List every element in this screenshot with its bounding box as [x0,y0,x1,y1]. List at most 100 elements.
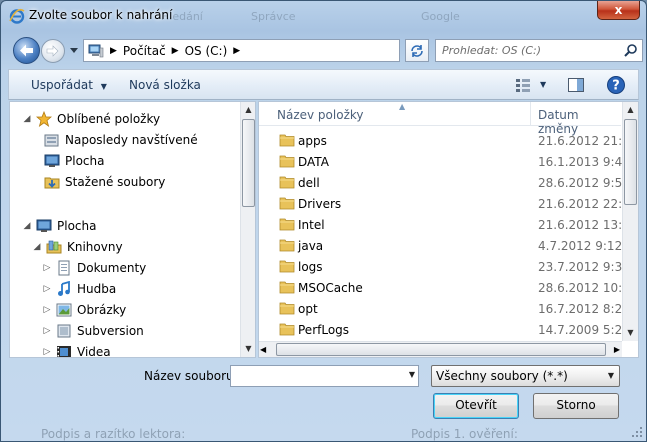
file-row[interactable]: opt 16.7.2012 8:21 [259,298,630,319]
help-icon[interactable]: ? [606,75,626,95]
tree-label: Subversion [77,324,144,338]
scroll-down-icon[interactable]: ▼ [623,325,638,341]
cancel-button[interactable]: Storno [533,393,619,419]
downloads-folder-icon [44,177,60,189]
file-name: MSOCache [298,281,363,295]
star-icon [36,111,52,127]
breadcrumb-drive[interactable]: OS (C:) [185,44,228,58]
search-input[interactable]: Prohledat: OS (C:) [435,39,643,62]
file-row[interactable]: logs 23.7.2012 9:30 [259,256,630,277]
tree-item-desktop[interactable]: ◢ Plocha [22,217,97,235]
breadcrumb-separator[interactable]: ▶ [110,46,117,56]
folder-icon [279,260,295,273]
organize-button[interactable]: Uspořádat ▼ [31,78,107,92]
file-row[interactable]: DATA 16.1.2013 9:41 [259,151,630,172]
tree-label: Naposledy navštívené [65,133,198,147]
tree-label: Obrázky [77,303,127,317]
file-row[interactable]: PerfLogs 14.7.2009 5:20 [259,319,630,340]
tree-item-downloads[interactable]: Stažené soubory [44,173,165,191]
expand-arrow-icon[interactable]: ▷ [42,347,52,357]
tree-item-pictures[interactable]: ▷ Obrázky [42,301,127,319]
scroll-down-icon[interactable]: ▼ [241,341,255,357]
expand-arrow-icon[interactable]: ▷ [42,305,52,315]
scroll-left-icon[interactable]: ◀ [260,342,266,357]
tree-item-subversion[interactable]: ▷ Subversion [42,322,144,340]
background-tab: Správce [251,10,296,23]
forward-button[interactable] [41,39,65,63]
tree-item-libraries[interactable]: ◢ Knihovny [32,238,123,256]
chevron-down-icon[interactable]: ▼ [409,370,415,379]
open-button[interactable]: Otevřít [433,393,519,419]
scrollbar-thumb[interactable] [242,119,255,207]
file-row[interactable]: Drivers 21.6.2012 22:36 [259,193,637,214]
file-list-pane: ▲ Název položky Datum změny apps 21.6.201… [258,101,639,358]
back-button[interactable] [13,37,40,64]
tree-item-music[interactable]: ▷ Hudba [42,280,116,298]
address-bar[interactable]: ▶ Počítač ▶ OS (C:) ▶ [83,39,400,62]
collapse-arrow-icon[interactable]: ◢ [32,242,42,252]
view-options-icon[interactable] [514,76,532,94]
close-button[interactable]: x [597,1,640,20]
file-date: 14.7.2009 5:20 [538,323,630,337]
tree-item-documents[interactable]: ▷ Dokumenty [42,259,146,277]
navigation-pane: ◢ Oblíbené položky Naposledy navštívené … [9,101,256,358]
expand-arrow-icon[interactable]: ▷ [42,326,52,336]
file-date: 16.1.2013 9:41 [538,155,630,169]
tree-item-favorites[interactable]: ◢ Oblíbené položky [22,110,160,128]
expand-arrow-icon[interactable]: ▷ [42,263,52,273]
chevron-down-icon: ▼ [100,82,107,91]
navigation-scrollbar[interactable]: ▲ ▼ [240,102,255,357]
breadcrumb-separator[interactable]: ▶ [233,46,240,56]
filename-input[interactable]: ▼ [230,365,419,387]
file-open-dialog: Zvolte soubor k nahrání Hledání Správce … [0,0,647,442]
navigation-bar: ▶ Počítač ▶ OS (C:) ▶ Prohledat: OS (C:) [7,35,643,65]
desktop-icon [44,154,60,167]
title-bar[interactable]: Zvolte soubor k nahrání Hledání Správce … [1,1,646,31]
library-folder-icon [57,324,71,338]
resize-grip-icon[interactable] [631,426,643,438]
tree-label: Oblíbené položky [57,112,161,126]
scrollbar-thumb[interactable] [624,119,637,205]
collapse-arrow-icon[interactable]: ◢ [22,221,32,231]
organize-label: Uspořádat [31,78,93,92]
view-dropdown-icon[interactable]: ▼ [540,80,546,89]
collapse-arrow-icon[interactable]: ◢ [22,114,32,124]
sort-ascending-icon: ▲ [399,102,406,111]
file-type-select[interactable]: Všechny soubory (*.*) ▼ [431,365,620,387]
file-row[interactable]: dell 28.6.2012 9:58 [259,172,630,193]
file-name: logs [298,260,323,274]
file-list-hscrollbar[interactable]: ◀ ▶ [259,341,622,357]
tree-item-desktop-fav[interactable]: Plocha [44,152,104,170]
breadcrumb-computer[interactable]: Počítač [123,44,166,58]
scrollbar-thumb[interactable] [276,343,606,356]
expand-arrow-icon[interactable]: ▷ [42,284,52,294]
command-bar: Uspořádat ▼ Nová složka ▼ ? [8,69,639,100]
tree-label: Knihovny [67,240,123,254]
background-page-text: Podpis 1. ověření: [411,427,518,441]
tree-label: Stažené soubory [65,175,166,189]
file-row[interactable]: apps 21.6.2012 21:24 [259,130,637,151]
file-list-vscrollbar[interactable]: ▲ ▼ [622,102,638,341]
file-row[interactable]: Intel 21.6.2012 13:49 [259,214,637,235]
background-tab: Hledání [161,10,203,23]
filename-label: Název souboru: [144,369,238,383]
breadcrumb-separator[interactable]: ▶ [172,46,179,56]
videos-icon [57,346,71,357]
new-folder-button[interactable]: Nová složka [129,78,201,92]
refresh-button[interactable] [405,39,429,62]
column-header-name[interactable]: Název položky [277,108,363,122]
folder-icon [279,176,295,189]
tree-item-videos[interactable]: ▷ Videa [42,343,111,357]
file-row[interactable]: MSOCache 28.6.2012 10:28 [259,277,637,298]
tree-item-recent[interactable]: Naposledy navštívené [44,131,198,149]
music-icon [58,281,70,296]
history-dropdown-icon[interactable] [68,44,80,56]
search-icon[interactable] [623,43,638,58]
scroll-up-icon[interactable]: ▲ [623,102,638,118]
preview-pane-icon[interactable] [567,76,585,94]
scroll-up-icon[interactable]: ▲ [241,102,255,118]
column-divider[interactable] [530,102,531,126]
file-name: Intel [298,218,325,232]
file-row[interactable]: java 4.7.2012 9:12 [259,235,623,256]
scroll-right-icon[interactable]: ▶ [614,342,620,357]
